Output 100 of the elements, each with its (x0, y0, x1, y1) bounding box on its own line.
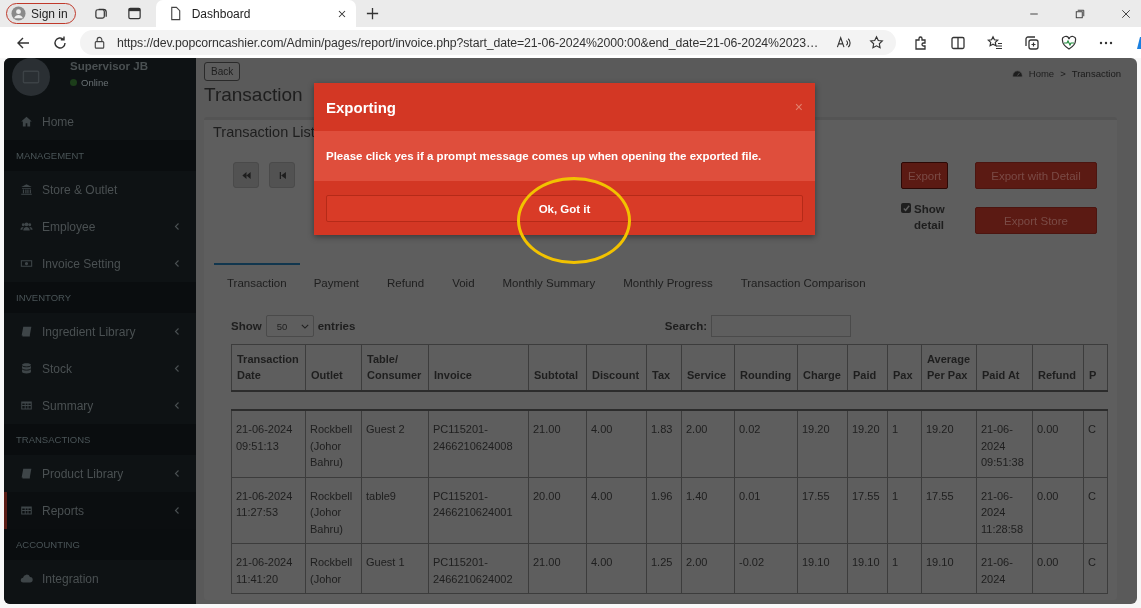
table-cell: Rockbell (Johor Bahru) (305, 477, 362, 544)
breadcrumb-current: Transaction (1071, 68, 1121, 79)
table-cell: 19.20 (921, 410, 977, 477)
entries-label: entries (317, 320, 356, 332)
table-cell: 17.55 (921, 477, 977, 544)
table-cell: 4.00 (586, 410, 647, 477)
sidebar-item[interactable]: Ingredient Library (4, 313, 196, 350)
grid-icon (20, 504, 33, 517)
home-icon (20, 115, 33, 128)
favorites-icon[interactable] (987, 34, 1004, 51)
table-cell: 4.00 (586, 543, 647, 594)
ok-button[interactable]: Ok, Got it (326, 195, 803, 222)
browser-tab[interactable]: Dashboard (155, 0, 356, 27)
table-cell: 21-06-2024 (976, 543, 1033, 594)
column-header: Invoice (428, 344, 529, 391)
table-cell: 1.96 (646, 477, 682, 544)
search-label: Search: (664, 320, 707, 332)
column-header: P (1083, 344, 1108, 391)
column-header: Rounding (734, 344, 798, 391)
book-icon (20, 467, 33, 480)
column-header: Transaction Date (231, 344, 306, 391)
tab-actions-icon[interactable] (126, 6, 142, 21)
sidebar-item[interactable]: Employee (4, 208, 196, 245)
split-screen-icon[interactable] (950, 34, 967, 51)
sign-in-button[interactable]: Sign in (6, 3, 76, 24)
grid-icon (20, 399, 33, 412)
table-cell: 1.40 (681, 477, 735, 544)
sidebar-item[interactable]: Reports (4, 492, 196, 529)
table-cell: 21-06-2024 09:51:38 (976, 410, 1033, 477)
book-icon (20, 325, 33, 338)
cloud-icon (20, 572, 33, 585)
checkbox[interactable] (901, 203, 911, 213)
table-cell: C (1083, 410, 1108, 477)
restore-icon[interactable] (1074, 7, 1086, 20)
column-header: Paid At (976, 344, 1033, 391)
new-tab-icon[interactable] (364, 6, 380, 21)
tab[interactable]: Void (438, 263, 489, 301)
column-header: Charge (797, 344, 848, 391)
tab[interactable]: Transaction Comparison (726, 263, 880, 301)
column-header: Average Per Pax (921, 344, 977, 391)
table-cell: table9 (361, 477, 429, 544)
sidebar-item[interactable]: Stock (4, 350, 196, 387)
lock-icon[interactable] (92, 35, 107, 50)
table-cell: 0.00 (1032, 543, 1084, 594)
table-cell: 17.55 (847, 477, 888, 544)
table-cell: 0.00 (1032, 410, 1084, 477)
sidebar-section-header: MANAGEMENT (4, 140, 196, 171)
table-cell: 2.00 (681, 410, 735, 477)
collections-icon[interactable] (1024, 34, 1041, 51)
workspaces-icon[interactable] (93, 6, 109, 21)
table-cell: 19.10 (847, 543, 888, 594)
table-cell: 1.83 (646, 410, 682, 477)
sidebar-item[interactable]: Invoice Setting (4, 245, 196, 282)
modal-message: Please click yes if a prompt message comes up when opening the exported file. (326, 150, 762, 162)
refresh-icon[interactable] (52, 34, 68, 51)
user-name: Supervisor JB (70, 60, 148, 72)
page-size-select[interactable]: 50 (265, 315, 314, 337)
tab[interactable]: Monthly Summary (488, 263, 610, 301)
star-icon[interactable] (869, 35, 885, 50)
close-window-icon[interactable] (1120, 7, 1132, 20)
back-button[interactable]: Back (204, 62, 241, 81)
table-cell: Rockbell (Johor (305, 543, 362, 594)
table-cell: 1 (887, 543, 922, 594)
column-header: Pax (887, 344, 922, 391)
tab[interactable]: Transaction (214, 263, 300, 301)
page-title: Transaction (204, 83, 304, 107)
column-header: Paid (847, 344, 888, 391)
sidebar-item[interactable]: Home (4, 103, 196, 140)
table-cell: 19.20 (847, 410, 888, 477)
column-header: Tax (646, 344, 682, 391)
profile-icon (11, 6, 26, 21)
db-icon (20, 362, 33, 375)
show-label: Show (231, 320, 262, 332)
table-cell: C (1083, 543, 1108, 594)
address-field[interactable]: https://dev.popcorncashier.com/Admin/pages/report/invoice.php?start_date=21-06-2024%2000:00&end_date=21-06-2024%2023… (80, 30, 897, 55)
table-cell: 21.00 (528, 543, 587, 594)
breadcrumb-separator: > (1060, 68, 1066, 79)
column-header: Subtotal (528, 344, 587, 391)
money-icon (20, 257, 33, 270)
chevron-down-icon (300, 323, 309, 329)
tab[interactable]: Monthly Progress (609, 263, 727, 301)
rewind-icon (240, 169, 252, 181)
tab[interactable]: Refund (373, 263, 439, 301)
sidebar-item[interactable]: Product Library (4, 455, 196, 492)
sidebar-item[interactable]: Store & Outlet (4, 171, 196, 208)
table-cell: 1 (887, 477, 922, 544)
dashboard-icon (1011, 68, 1023, 79)
table-cell: 2.00 (681, 543, 735, 594)
sidebar-item[interactable]: Integration (4, 560, 196, 597)
sidebar-item[interactable]: Summary (4, 387, 196, 424)
table-cell: 21-06-2024 11:27:53 (231, 477, 306, 544)
close-button[interactable]: × (794, 99, 803, 115)
table-cell: 0.01 (734, 477, 798, 544)
heart-pulse-icon[interactable] (1061, 34, 1078, 51)
box-title: Transaction List (213, 123, 316, 142)
tab[interactable]: Payment (299, 263, 374, 301)
read-aloud-icon[interactable] (836, 35, 852, 50)
user-status: Online (70, 77, 148, 88)
table-cell: Guest 2 (361, 410, 429, 477)
table-cell: -0.02 (734, 543, 798, 594)
